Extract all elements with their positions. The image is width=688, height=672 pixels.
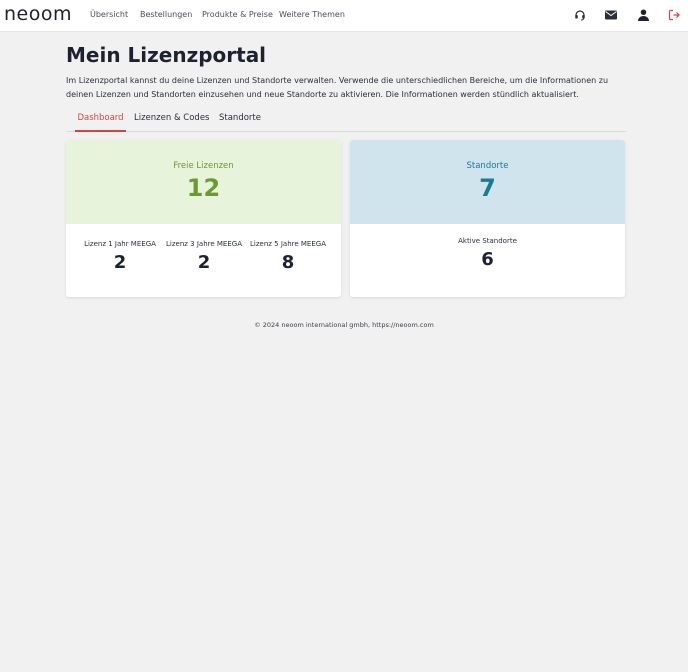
active-locations-value: 6 (481, 249, 494, 270)
nav-link-uebersicht[interactable]: Übersicht (90, 10, 128, 19)
tab-dashboard[interactable]: Dashboard (75, 113, 126, 132)
active-locations-label: Aktive Standorte (458, 237, 517, 245)
locations-panel: Standorte 7 (350, 140, 625, 224)
headset-icon-svg (575, 10, 585, 21)
license-stat-3-years: Lizenz 3 Jahre MEEGA 2 (159, 240, 249, 273)
logout-icon-svg (668, 9, 680, 21)
user-icon-svg (637, 9, 649, 21)
nav-link-weitere-themen[interactable]: Weitere Themen (279, 10, 345, 19)
page-intro-text: Im Lizenzportal kannst du deine Lizenzen… (66, 76, 609, 99)
footer-copyright: © 2024 neoom international gmbh, https:/… (254, 321, 434, 329)
license-stat-value: 2 (197, 252, 211, 273)
nav-link-produkte-preise[interactable]: Produkte & Preise (202, 10, 273, 19)
page-title: Mein Lizenzportal (66, 43, 267, 67)
licenses-card: Freie Lizenzen 12 Lizenz 1 Jahr MEEGA 2 … (66, 140, 341, 297)
free-licenses-panel: Freie Lizenzen 12 (66, 140, 341, 224)
logout-icon[interactable] (667, 8, 681, 22)
license-stat-label: Lizenz 1 Jahr MEEGA (84, 240, 156, 248)
tab-lizenzen-codes[interactable]: Lizenzen & Codes (134, 113, 209, 132)
free-licenses-label: Freie Lizenzen (173, 161, 234, 171)
license-stat-label: Lizenz 5 Jahre MEEGA (250, 240, 326, 248)
license-stat-label: Lizenz 3 Jahre MEEGA (166, 240, 242, 248)
tab-standorte[interactable]: Standorte (219, 113, 261, 132)
license-stat-value: 2 (113, 252, 127, 273)
locations-value: 7 (479, 174, 496, 202)
tab-bar: Dashboard Lizenzen & Codes Standorte (66, 112, 626, 132)
mail-icon-svg (605, 10, 617, 20)
headset-icon[interactable] (573, 8, 587, 22)
user-icon[interactable] (636, 8, 650, 22)
locations-label: Standorte (466, 161, 509, 171)
license-stat-1-year: Lizenz 1 Jahr MEEGA 2 (75, 240, 165, 273)
license-stat-5-years: Lizenz 5 Jahre MEEGA 8 (243, 240, 333, 273)
free-licenses-value: 12 (186, 174, 221, 202)
license-stat-value: 8 (281, 252, 295, 273)
mail-icon[interactable] (604, 8, 618, 22)
nav-link-bestellungen[interactable]: Bestellungen (140, 10, 192, 19)
active-locations-stat: Aktive Standorte 6 (350, 237, 625, 270)
top-navigation: neoom Übersicht Bestellungen Produkte & … (0, 0, 688, 32)
locations-card: Standorte 7 Aktive Standorte 6 (350, 140, 625, 297)
neoom-logo[interactable]: neoom (4, 3, 72, 25)
